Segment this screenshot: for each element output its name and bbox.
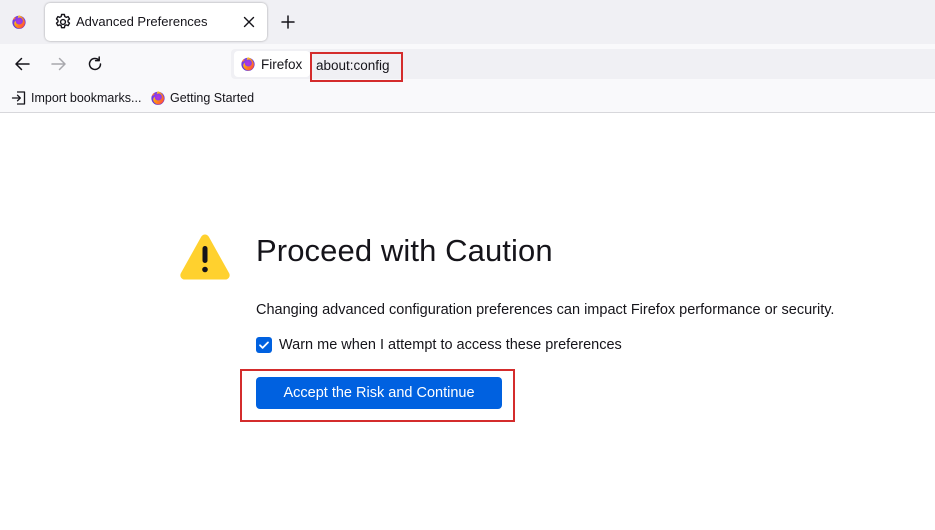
tab-strip: Advanced Preferences bbox=[0, 0, 935, 44]
accept-risk-button[interactable]: Accept the Risk and Continue bbox=[256, 377, 502, 409]
back-button[interactable] bbox=[10, 52, 34, 76]
url-highlight-box bbox=[310, 52, 403, 82]
tab-close-button[interactable] bbox=[239, 12, 259, 32]
arrow-left-icon bbox=[15, 57, 30, 71]
identity-label: Firefox bbox=[261, 56, 303, 72]
plus-icon bbox=[281, 15, 295, 29]
warn-checkbox-row[interactable]: Warn me when I attempt to access these p… bbox=[256, 337, 622, 353]
tab-title: Advanced Preferences bbox=[76, 14, 208, 29]
firefox-icon bbox=[11, 14, 27, 30]
warning-icon bbox=[180, 234, 230, 280]
navigation-toolbar: Firefox bbox=[0, 44, 935, 84]
new-tab-button[interactable] bbox=[278, 12, 298, 32]
reload-button[interactable] bbox=[83, 52, 107, 76]
bookmark-label: Import bookmarks... bbox=[31, 91, 142, 105]
warn-checkbox[interactable] bbox=[256, 337, 272, 353]
identity-box[interactable]: Firefox bbox=[234, 51, 311, 77]
gear-icon bbox=[55, 13, 71, 29]
import-icon bbox=[11, 91, 26, 105]
firefox-icon bbox=[150, 90, 166, 106]
bookmarks-toolbar: Import bookmarks... Getting Started bbox=[0, 84, 935, 113]
bookmark-label: Getting Started bbox=[170, 91, 255, 105]
warn-checkbox-label: Warn me when I attempt to access these p… bbox=[279, 337, 622, 353]
close-icon bbox=[243, 16, 255, 28]
warning-description: Changing advanced configuration preferen… bbox=[256, 302, 835, 318]
forward-button[interactable] bbox=[47, 52, 71, 76]
checkmark-icon bbox=[259, 341, 269, 349]
arrow-right-icon bbox=[51, 57, 66, 71]
firefox-view-button[interactable] bbox=[4, 6, 34, 38]
page-title: Proceed with Caution bbox=[256, 233, 553, 268]
tab-advanced-preferences[interactable]: Advanced Preferences bbox=[45, 3, 267, 41]
firefox-icon bbox=[240, 56, 256, 72]
bookmark-getting-started[interactable]: Getting Started bbox=[150, 89, 254, 107]
bookmark-import[interactable]: Import bookmarks... bbox=[11, 89, 141, 107]
reload-icon bbox=[88, 56, 102, 71]
